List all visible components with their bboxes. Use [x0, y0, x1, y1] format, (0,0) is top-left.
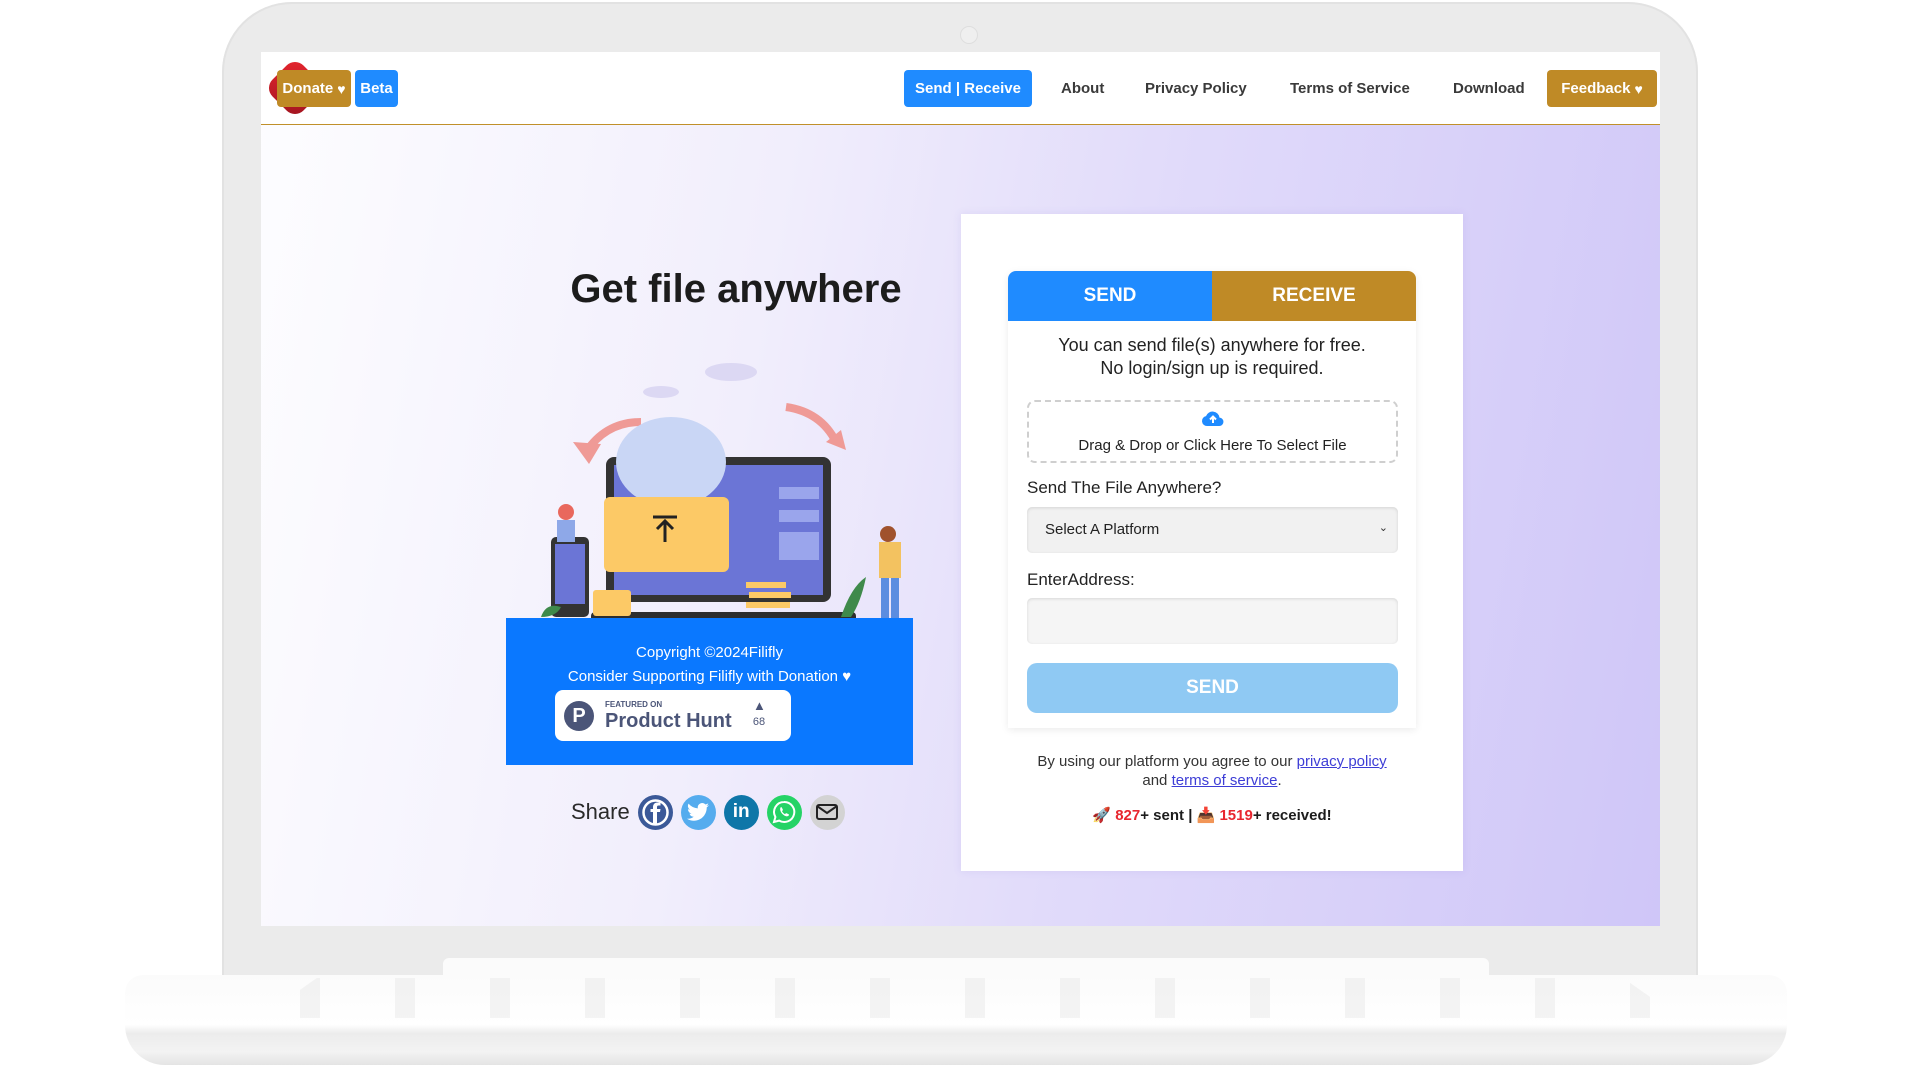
product-hunt-badge[interactable]: P FEATURED ON Product Hunt ▲ 68 [555, 690, 791, 741]
terms-suffix: . [1277, 772, 1282, 789]
arrow-right-icon [785, 403, 840, 444]
top-nav: filifly Donate ♥ Beta Send | Receive Abo… [261, 52, 1660, 125]
ph-upvote-count: 68 [752, 716, 766, 728]
share-bar: Share in [571, 792, 853, 832]
laptop-keyboard [260, 978, 1680, 1018]
send-button[interactable]: SEND [1027, 663, 1398, 713]
platform-label: Send The File Anywhere? [1027, 478, 1222, 497]
file-dropzone[interactable]: Drag & Drop or Click Here To Select File [1027, 400, 1398, 463]
email-icon[interactable] [809, 794, 845, 830]
upvote-arrow-icon: ▲ [753, 698, 766, 713]
whatsapp-icon[interactable] [766, 794, 802, 830]
send-receive-label: Send | Receive [915, 80, 1021, 97]
coins-graphic [746, 582, 791, 608]
person-left-graphic [557, 504, 575, 542]
beta-label: Beta [360, 80, 393, 97]
arrow-left-head [573, 442, 601, 464]
camera-icon [960, 26, 978, 44]
nav-link-terms-of-service[interactable]: Terms of Service [1290, 80, 1410, 97]
facebook-icon[interactable] [637, 794, 673, 830]
share-label: Share [571, 799, 630, 824]
transfer-card: SEND RECEIVE You can send file(s) anywhe… [961, 214, 1463, 871]
sent-suffix: + sent [1140, 807, 1185, 824]
received-suffix: + received! [1252, 807, 1332, 824]
copyright-text: Copyright ©2024Filifly [636, 644, 783, 661]
terms-of-service-link[interactable]: terms of service [1172, 772, 1278, 789]
linkedin-icon[interactable]: in [723, 794, 759, 830]
terms-prefix: By using our platform you agree to our [1037, 753, 1293, 770]
chevron-down-icon: ⌄ [1378, 522, 1388, 534]
nav-link-about[interactable]: About [1061, 80, 1104, 97]
donate-button[interactable]: Donate ♥ [277, 70, 351, 107]
laptop-hinge [443, 958, 1489, 976]
send-panel: SEND RECEIVE You can send file(s) anywhe… [1008, 271, 1416, 728]
sent-count: 827 [1115, 807, 1141, 824]
address-input[interactable] [1027, 598, 1398, 644]
feedback-button[interactable]: Feedback ♥ [1547, 70, 1657, 107]
nav-link-download[interactable]: Download [1453, 80, 1525, 97]
ph-name: Product Hunt [605, 710, 732, 732]
intro-line-1: You can send file(s) anywhere for free. [1058, 335, 1366, 355]
inbox-download-icon: 📥 [1196, 807, 1216, 824]
heart-icon: ♥ [1634, 80, 1643, 97]
privacy-policy-link[interactable]: privacy policy [1297, 753, 1387, 770]
transfer-stats: 🚀 827+ sent | 📥 1519+ received! [961, 806, 1463, 824]
feedback-label: Feedback [1561, 80, 1631, 97]
laptop-screen: filifly Donate ♥ Beta Send | Receive Abo… [261, 52, 1660, 926]
terms-and: and [1142, 772, 1168, 789]
beta-button[interactable]: Beta [355, 70, 398, 107]
send-receive-button[interactable]: Send | Receive [904, 70, 1032, 107]
nav-link-privacy-policy[interactable]: Privacy Policy [1145, 80, 1247, 97]
small-folder-graphic [593, 590, 631, 616]
tab-receive[interactable]: RECEIVE [1212, 271, 1416, 321]
intro-line-2: No login/sign up is required. [1100, 358, 1324, 378]
intro-text: You can send file(s) anywhere for free. … [1008, 334, 1416, 380]
tab-send[interactable]: SEND [1008, 271, 1212, 321]
heart-icon: ♥ [337, 80, 346, 97]
platform-select[interactable]: Select A Platform ⌄ [1027, 507, 1398, 553]
terms-notice: By using our platform you agree to our p… [961, 752, 1463, 790]
hero-title: Get file anywhere [570, 267, 902, 311]
donation-note[interactable]: Consider Supporting Filifly with Donatio… [506, 668, 913, 685]
dropzone-text: Drag & Drop or Click Here To Select File [1078, 437, 1347, 454]
address-label: EnterAddress: [1027, 570, 1135, 589]
cloud-upload-icon [1201, 411, 1224, 427]
person-right-graphic [879, 526, 901, 618]
file-transfer-illustration [541, 363, 901, 624]
cloud-icon [643, 363, 757, 398]
twitter-icon[interactable] [680, 794, 716, 830]
received-count: 1519 [1219, 807, 1253, 824]
ph-featured-label: FEATURED ON [605, 700, 663, 709]
footer-box: Copyright ©2024Filifly Consider Supporti… [506, 618, 913, 765]
platform-select-value: Select A Platform [1045, 521, 1160, 538]
stats-separator: | [1188, 807, 1193, 824]
donate-label: Donate [282, 80, 334, 97]
product-hunt-icon: P [564, 701, 594, 731]
rocket-icon: 🚀 [1092, 807, 1112, 824]
